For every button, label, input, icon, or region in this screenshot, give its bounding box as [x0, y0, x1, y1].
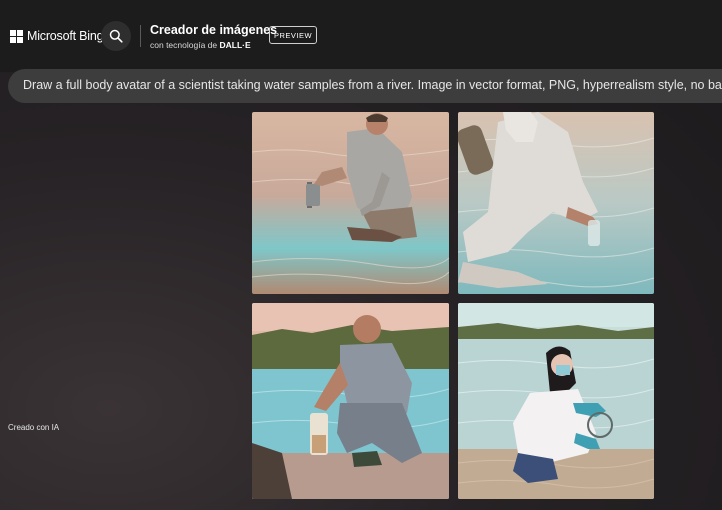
scientist-image-1: [252, 112, 449, 294]
top-bar: Microsoft Bing Creador de imágenes con t…: [0, 0, 722, 72]
created-with-ai-label: Creado con IA: [8, 423, 60, 432]
subtitle-brand: DALL·E: [219, 40, 251, 50]
windows-logo-icon: [10, 29, 23, 43]
prompt-text: Draw a full body avatar of a scientist t…: [23, 78, 722, 92]
title-block: Creador de imágenes con tecnología de DA…: [150, 23, 277, 50]
scientist-image-2: [458, 112, 654, 294]
prompt-input[interactable]: Draw a full body avatar of a scientist t…: [8, 69, 722, 103]
preview-badge[interactable]: PREVIEW: [269, 26, 317, 44]
search-icon: [109, 29, 123, 43]
scientist-image-3: [252, 303, 449, 499]
page-title: Creador de imágenes: [150, 23, 278, 37]
generated-image-2[interactable]: [458, 112, 654, 294]
subtitle-prefix: con tecnología de: [150, 40, 220, 50]
search-button[interactable]: [101, 21, 131, 51]
generated-image-4[interactable]: [458, 303, 654, 499]
generated-image-3[interactable]: [252, 303, 449, 499]
page-subtitle: con tecnología de DALL·E: [150, 40, 277, 50]
generated-image-1[interactable]: [252, 112, 449, 294]
bing-logo[interactable]: Microsoft Bing: [10, 29, 104, 43]
header-divider: [140, 25, 141, 47]
image-creator-page: Microsoft Bing Creador de imágenes con t…: [0, 0, 722, 510]
brand-name: Microsoft Bing: [27, 29, 104, 43]
scientist-image-4: [458, 303, 654, 499]
